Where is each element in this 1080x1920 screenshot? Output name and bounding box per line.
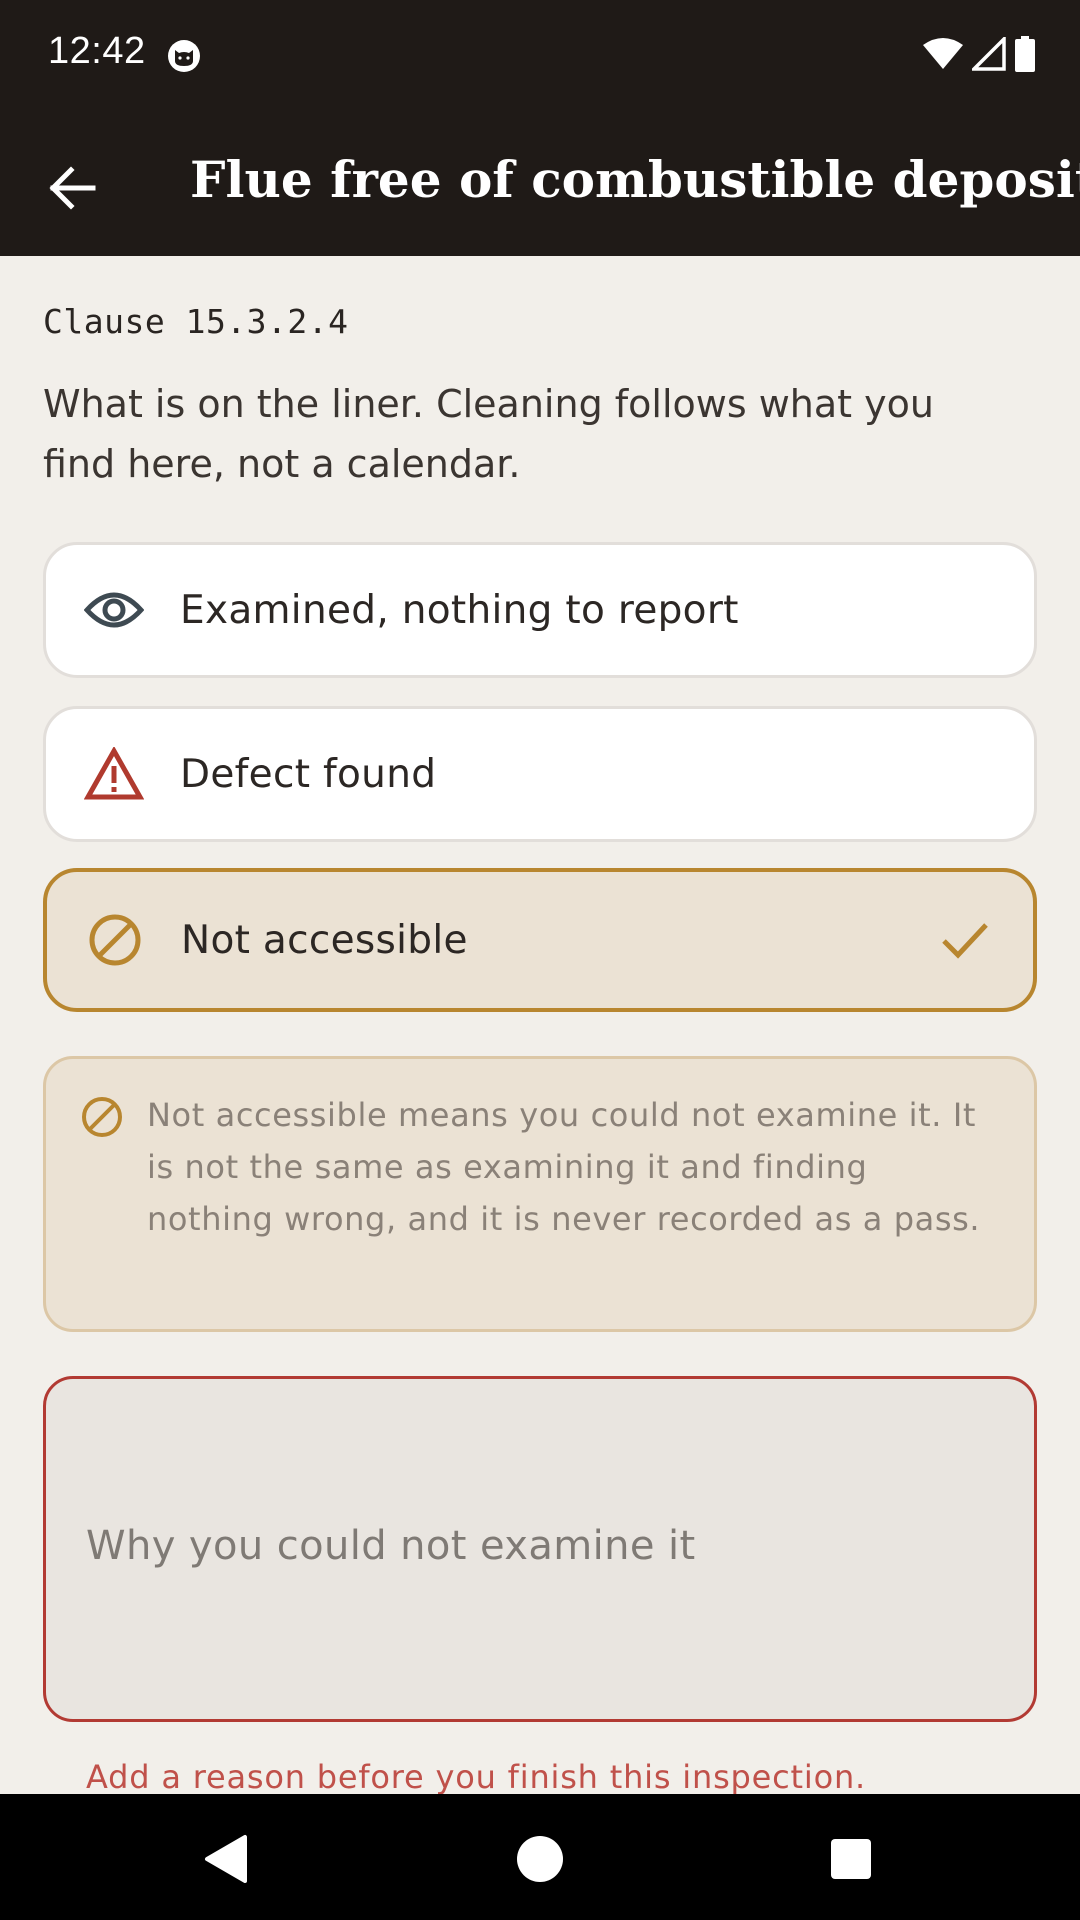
option-defect-found[interactable]: Defect found [43, 706, 1037, 842]
home-circle-icon [517, 1836, 563, 1882]
warning-icon [84, 744, 144, 804]
status-bar: 12:42 [0, 0, 1080, 110]
eye-icon [84, 580, 144, 640]
nav-home-button[interactable] [505, 1824, 575, 1894]
signal-icon [972, 37, 1006, 71]
arrow-left-icon [49, 166, 96, 210]
cat-notification-icon [168, 40, 200, 72]
reason-input[interactable]: Why you could not examine it [43, 1376, 1037, 1722]
reason-error-message: Add a reason before you finish this insp… [86, 1758, 867, 1796]
navigation-bar [0, 1794, 1080, 1920]
battery-icon [1015, 36, 1035, 72]
nav-recents-button[interactable] [816, 1824, 886, 1894]
recents-square-icon [831, 1839, 871, 1879]
nav-back-button[interactable] [192, 1824, 262, 1894]
prohibited-icon [82, 1097, 122, 1137]
reason-placeholder: Why you could not examine it [86, 1523, 696, 1569]
prohibited-icon [85, 910, 145, 970]
option-examined-nothing-to-report[interactable]: Examined, nothing to report [43, 542, 1037, 678]
back-triangle-icon [205, 1835, 247, 1883]
clause-number: Clause 15.3.2.4 [43, 302, 349, 341]
check-icon [942, 923, 988, 959]
wifi-icon [923, 38, 963, 69]
status-icons [922, 36, 1036, 72]
page-title: Flue free of combustible deposits [190, 150, 1080, 209]
back-button[interactable] [30, 146, 114, 230]
not-accessible-info: Not accessible means you could not exami… [43, 1056, 1037, 1332]
info-text: Not accessible means you could not exami… [147, 1096, 981, 1238]
screen: 12:42 Flue free of combustible deposits … [0, 0, 1080, 1920]
option-label: Not accessible [181, 917, 468, 963]
app-bar: Flue free of combustible deposits [0, 110, 1080, 256]
option-label: Examined, nothing to report [180, 587, 739, 633]
status-time: 12:42 [48, 30, 146, 72]
option-not-accessible[interactable]: Not accessible [43, 868, 1037, 1012]
clause-description: What is on the liner. Cleaning follows w… [43, 382, 934, 486]
option-label: Defect found [180, 751, 437, 797]
